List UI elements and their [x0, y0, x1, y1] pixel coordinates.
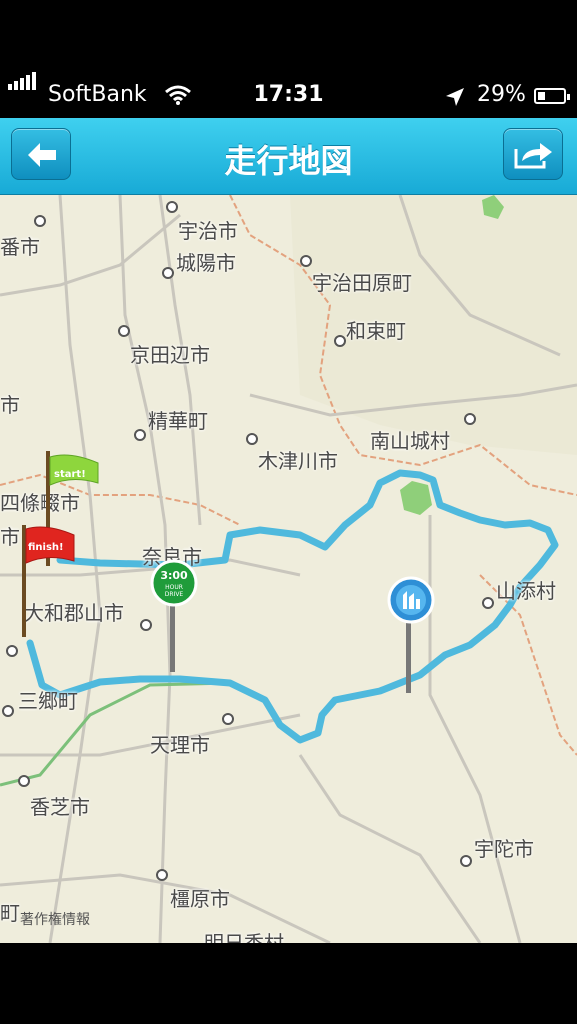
place-label: 精華町	[148, 409, 208, 433]
place-label: 橿原市	[170, 887, 230, 911]
place-label: 番市	[0, 235, 40, 259]
place-label: 和束町	[346, 319, 406, 343]
finish-flag-label: finish!	[28, 542, 64, 553]
place-label: 宇治市	[178, 219, 238, 243]
place-label: 南山城村	[370, 429, 450, 453]
city-dot	[334, 335, 346, 347]
city-dot	[460, 855, 472, 867]
landmark-marker-icon[interactable]	[386, 575, 436, 625]
city-dot	[222, 713, 234, 725]
share-button[interactable]	[503, 128, 563, 180]
place-label: 三郷町	[18, 689, 78, 713]
city-dot	[482, 597, 494, 609]
place-label: 山添村	[496, 579, 556, 603]
battery-icon	[534, 88, 570, 104]
map-view[interactable]: 番市 宇治市 城陽市 宇治田原町 和束町 京田辺市 市 精華町 南山城村 木津川…	[0, 195, 577, 943]
city-dot	[2, 705, 14, 717]
location-arrow-icon	[446, 88, 464, 106]
status-bar: SoftBank 17:31 29%	[0, 72, 577, 118]
city-dot	[162, 267, 174, 279]
place-label: 京田辺市	[130, 343, 210, 367]
page-title: 走行地図	[224, 142, 353, 180]
city-dot	[464, 413, 476, 425]
place-label: 木津川市	[258, 449, 338, 473]
start-flag-label: start!	[54, 469, 86, 480]
place-label: 町	[0, 901, 20, 925]
drive-time-unit: HOUR	[165, 584, 183, 591]
place-label: 城陽市	[176, 251, 236, 275]
city-dot	[34, 215, 46, 227]
city-dot	[246, 433, 258, 445]
place-label: 宇治田原町	[312, 271, 412, 295]
finish-flag-icon[interactable]: finish!	[14, 525, 78, 641]
place-label: 天理市	[150, 733, 210, 757]
place-label: 市	[0, 393, 20, 417]
place-label: 明日香村	[204, 931, 284, 943]
place-label: 香芝市	[30, 795, 90, 819]
city-dot	[134, 429, 146, 441]
navigation-bar: 走行地図	[0, 118, 577, 195]
city-dot	[140, 619, 152, 631]
drive-time-value: 3:00	[160, 569, 188, 582]
city-dot	[166, 201, 178, 213]
city-dot	[6, 645, 18, 657]
city-dot	[18, 775, 30, 787]
city-dot	[300, 255, 312, 267]
place-label: 宇陀市	[474, 837, 534, 861]
map-copyright-link[interactable]: 著作権情報	[20, 909, 90, 929]
share-arrow-icon	[514, 143, 552, 169]
city-dot	[156, 869, 168, 881]
drive-time-marker[interactable]: 3:00 HOUR DRIVE	[150, 559, 198, 607]
battery-percent: 29%	[477, 82, 526, 107]
drive-time-unit: DRIVE	[165, 591, 184, 598]
city-dot	[118, 325, 130, 337]
